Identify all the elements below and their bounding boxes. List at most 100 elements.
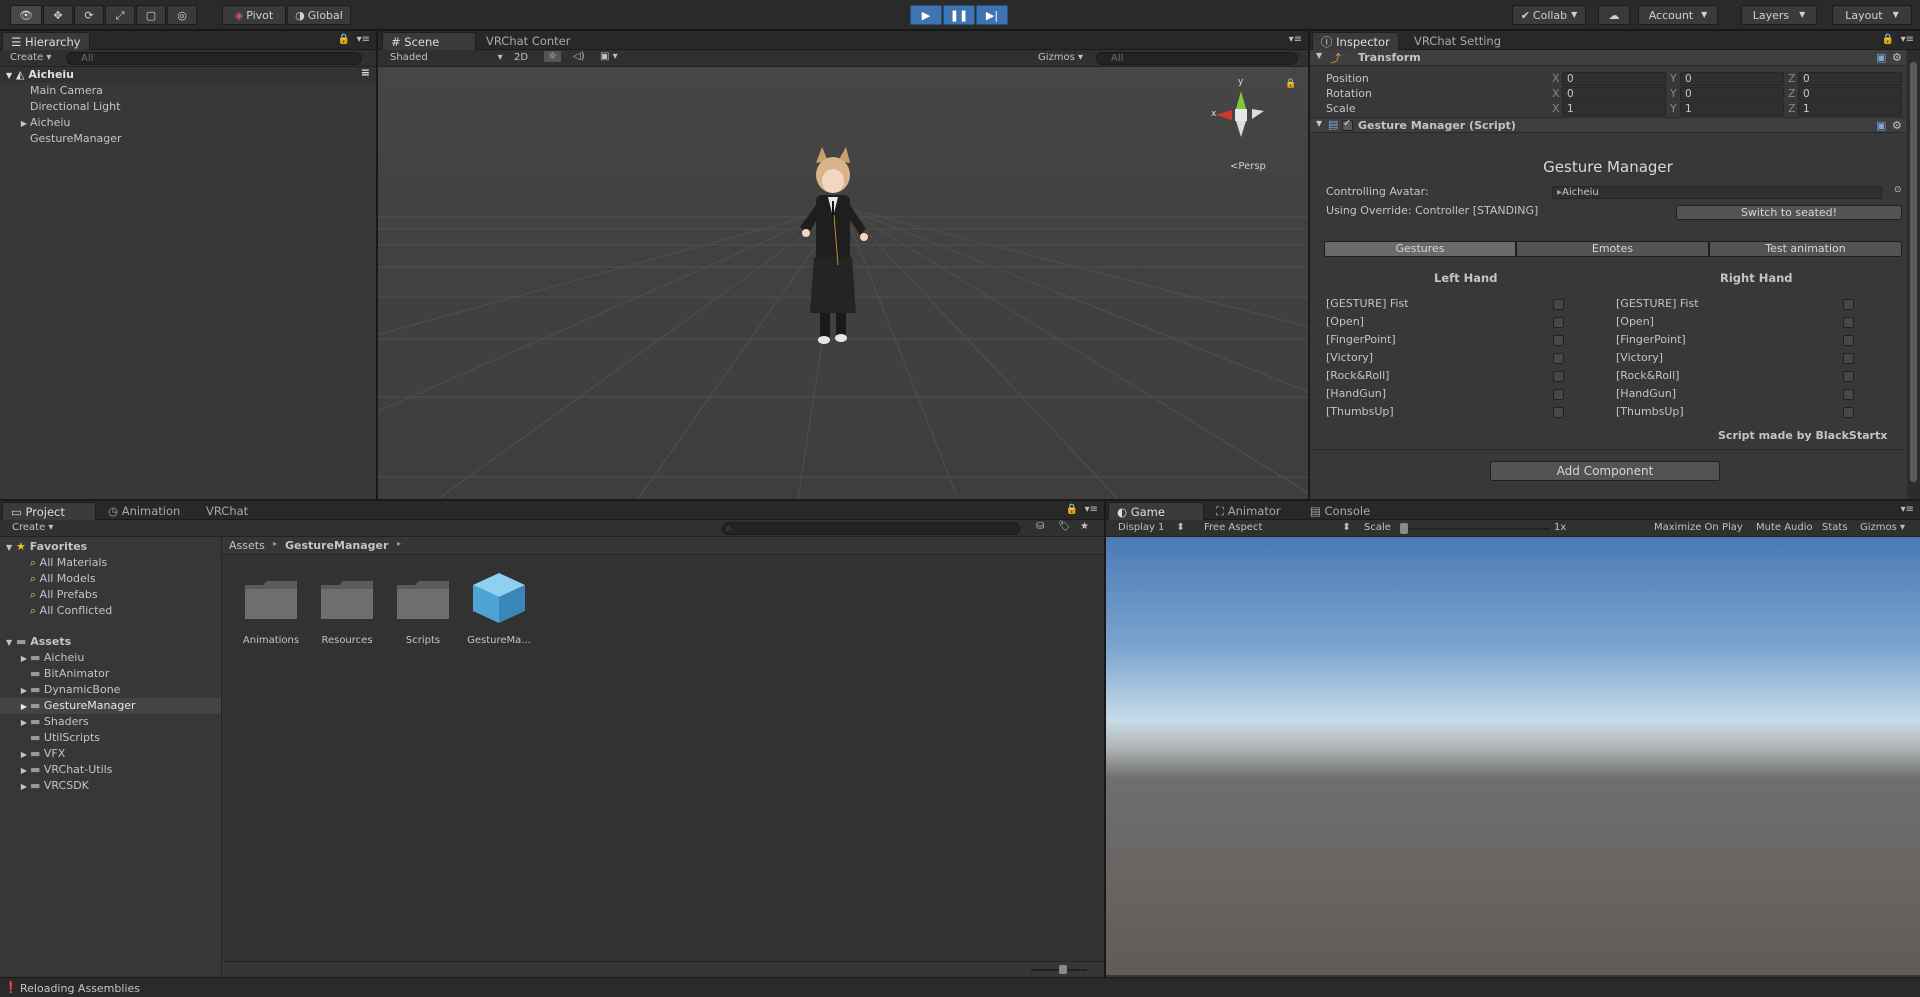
lighting-toggle[interactable]: ☼ <box>544 51 561 62</box>
play-button[interactable]: ▶ <box>910 5 942 25</box>
asset-folder[interactable]: ▶ ▬ Shaders <box>0 714 221 730</box>
panel-menu-icon[interactable]: ▾≡ <box>1085 504 1098 515</box>
panel-menu-icon[interactable]: ▾≡ <box>357 34 370 45</box>
favorites-row[interactable]: ▼ ★ Favorites <box>0 539 221 555</box>
right-gesture-checkbox[interactable] <box>1843 371 1854 382</box>
scene-menu-icon[interactable]: ≡ <box>361 67 370 78</box>
icon-size-slider-thumb[interactable] <box>1059 965 1067 974</box>
hierarchy-item[interactable]: GestureManager <box>0 131 376 147</box>
switch-to-seated-button[interactable]: Switch to seated! <box>1676 205 1902 220</box>
expand-arrow-icon[interactable]: ▶ <box>18 120 30 128</box>
left-gesture-checkbox[interactable] <box>1553 389 1564 400</box>
transform-header[interactable]: ▼ ⤴ Transform ▣ ⚙ <box>1310 50 1906 66</box>
project-search-input[interactable]: ⌕ <box>722 522 1020 535</box>
left-gesture-checkbox[interactable] <box>1553 317 1564 328</box>
lock-icon[interactable]: 🔒 <box>338 34 350 45</box>
tab-console[interactable]: ▤ Console <box>1302 502 1378 520</box>
avatar-model[interactable] <box>778 145 888 345</box>
account-dropdown[interactable]: Account ▼ <box>1638 5 1718 25</box>
scene-search-input[interactable]: All <box>1096 52 1298 65</box>
tab-test-animation[interactable]: Test animation <box>1709 241 1902 257</box>
scale-z-field[interactable]: 1 <box>1798 102 1902 116</box>
shading-dropdown[interactable]: Shaded ▾ <box>390 52 503 63</box>
step-button[interactable]: ▶| <box>976 5 1008 25</box>
tab-vrchat-setting[interactable]: VRChat Setting <box>1406 32 1509 50</box>
orientation-gizmo[interactable] <box>1206 79 1276 149</box>
position-z-field[interactable]: 0 <box>1798 72 1902 86</box>
hierarchy-item[interactable]: Directional Light <box>0 99 376 115</box>
asset-folder[interactable]: ▬ UtilScripts <box>0 730 221 746</box>
rotate-tool-button[interactable]: ⟳ <box>74 5 104 25</box>
left-gesture-checkbox[interactable] <box>1553 335 1564 346</box>
audio-toggle[interactable]: ◁) <box>573 51 585 62</box>
cloud-button[interactable]: ☁ <box>1598 5 1630 25</box>
left-gesture-checkbox[interactable] <box>1553 407 1564 418</box>
tab-animator[interactable]: ⛶ Animator <box>1208 502 1289 520</box>
add-component-button[interactable]: Add Component <box>1490 461 1720 481</box>
help-icon[interactable]: ▣ <box>1876 51 1886 64</box>
tab-emotes[interactable]: Emotes <box>1516 241 1709 257</box>
hierarchy-search-input[interactable]: All <box>66 52 362 65</box>
scrollbar-thumb[interactable] <box>1910 62 1917 482</box>
breadcrumb-root[interactable]: Assets <box>229 539 265 552</box>
panel-menu-icon[interactable]: ▾≡ <box>1901 504 1914 515</box>
left-gesture-checkbox[interactable] <box>1553 353 1564 364</box>
scale-slider-thumb[interactable] <box>1400 523 1408 534</box>
tab-scene[interactable]: # Scene <box>382 32 476 50</box>
breadcrumb-current[interactable]: GestureManager <box>285 539 388 552</box>
right-gesture-checkbox[interactable] <box>1843 353 1854 364</box>
game-viewport[interactable] <box>1106 537 1920 975</box>
gizmos-dropdown[interactable]: Gizmos ▾ <box>1038 52 1083 63</box>
asset-folder[interactable]: ▶ ▬ Aicheiu <box>0 650 221 666</box>
move-tool-button[interactable]: ✥ <box>43 5 73 25</box>
asset-folder[interactable]: ▶ ▬ VRChat-Utils <box>0 762 221 778</box>
right-gesture-checkbox[interactable] <box>1843 335 1854 346</box>
rotation-y-field[interactable]: 0 <box>1680 87 1784 101</box>
tab-vrchat-conter[interactable]: VRChat Conter <box>478 32 578 50</box>
scale-y-field[interactable]: 1 <box>1680 102 1784 116</box>
left-gesture-checkbox[interactable] <box>1553 299 1564 310</box>
scale-x-field[interactable]: 1 <box>1562 102 1666 116</box>
position-x-field[interactable]: 0 <box>1562 72 1666 86</box>
favorite-item[interactable]: ⌕ All Conflicted <box>0 603 221 619</box>
settings-gear-icon[interactable]: ⚙ <box>1892 51 1902 64</box>
favorite-item[interactable]: ⌕ All Prefabs <box>0 587 221 603</box>
asset-folder[interactable]: ▶ ▬ VRCSDK <box>0 778 221 794</box>
asset-folder[interactable]: ▶ ▬ VFX <box>0 746 221 762</box>
favorite-star-icon[interactable]: ★ <box>1080 521 1089 532</box>
rect-tool-button[interactable]: ▢ <box>136 5 166 25</box>
stats-toggle[interactable]: Stats <box>1822 522 1848 533</box>
asset-folder[interactable]: ▬ BitAnimator <box>0 666 221 682</box>
tab-gestures[interactable]: Gestures <box>1324 241 1516 257</box>
aspect-dropdown[interactable]: Free Aspect ⬍ <box>1204 522 1351 533</box>
left-gesture-checkbox[interactable] <box>1553 371 1564 382</box>
rotation-z-field[interactable]: 0 <box>1798 87 1902 101</box>
layers-dropdown[interactable]: Layers ▼ <box>1741 5 1817 25</box>
scale-slider[interactable] <box>1402 528 1550 530</box>
gizmos-dropdown[interactable]: Gizmos ▾ <box>1860 522 1905 533</box>
settings-gear-icon[interactable]: ⚙ <box>1892 119 1902 132</box>
transform-tool-button[interactable]: ◎ <box>167 5 197 25</box>
lock-icon[interactable]: 🔒 <box>1066 504 1078 515</box>
position-y-field[interactable]: 0 <box>1680 72 1784 86</box>
right-gesture-checkbox[interactable] <box>1843 299 1854 310</box>
controlling-avatar-field[interactable]: ▸Aicheiu <box>1552 186 1882 199</box>
help-icon[interactable]: ▣ <box>1876 119 1886 132</box>
lock-icon[interactable]: 🔒 <box>1285 79 1296 89</box>
right-gesture-checkbox[interactable] <box>1843 389 1854 400</box>
hierarchy-item[interactable]: ▶ Aicheiu <box>0 115 376 131</box>
grid-item-folder[interactable]: Resources <box>317 575 377 655</box>
favorite-item[interactable]: ⌕ All Materials <box>0 555 221 571</box>
right-gesture-checkbox[interactable] <box>1843 407 1854 418</box>
panel-menu-icon[interactable]: ▾≡ <box>1289 34 1302 45</box>
create-dropdown[interactable]: Create ▾ <box>10 52 51 63</box>
grid-item-folder[interactable]: Scripts <box>393 575 453 655</box>
tab-game[interactable]: ◐ Game <box>1108 502 1204 520</box>
tab-inspector[interactable]: ⓘ Inspector <box>1312 32 1399 50</box>
2d-toggle[interactable]: 2D <box>514 52 528 63</box>
object-picker-icon[interactable]: ⊙ <box>1894 185 1902 195</box>
global-toggle[interactable]: ◑ Global <box>287 5 351 25</box>
layout-dropdown[interactable]: Layout ▼ <box>1832 5 1912 25</box>
scene-viewport[interactable]: y x 🔒 <Persp <box>378 67 1308 499</box>
asset-folder-selected[interactable]: ▶ ▬ GestureManager <box>0 698 221 714</box>
